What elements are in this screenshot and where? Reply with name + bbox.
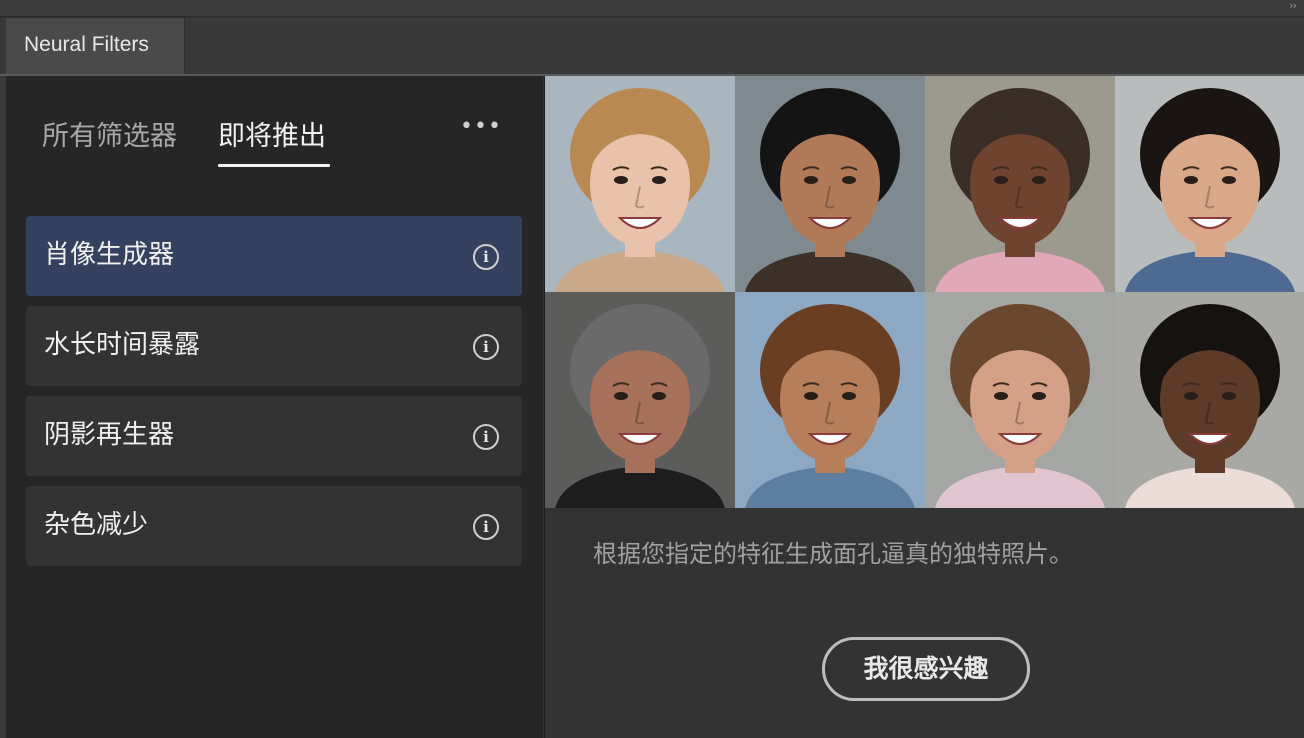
portrait-thumbnail xyxy=(925,76,1115,292)
panel-tab-label: Neural Filters xyxy=(24,33,149,56)
panel-tab-strip: Neural Filters xyxy=(0,18,1304,76)
filter-item-shadow-regenerator[interactable]: 阴影再生器 i xyxy=(26,396,522,476)
filter-item-noise-reduction[interactable]: 杂色减少 i xyxy=(26,486,522,566)
filter-item-portrait-generator[interactable]: 肖像生成器 i xyxy=(26,216,522,296)
filter-preview-pane: 根据您指定的特征生成面孔逼真的独特照片。 我很感兴趣 xyxy=(544,76,1304,738)
info-icon[interactable]: i xyxy=(473,514,499,540)
filter-item-long-exposure[interactable]: 水长时间暴露 i xyxy=(26,306,522,386)
filter-item-label: 阴影再生器 xyxy=(44,420,175,450)
filter-item-label: 杂色减少 xyxy=(44,510,149,540)
info-icon[interactable]: i xyxy=(473,334,499,360)
interested-button[interactable]: 我很感兴趣 xyxy=(822,637,1030,701)
tab-coming-soon[interactable]: 即将推出 xyxy=(218,120,326,154)
portrait-thumbnail xyxy=(1115,76,1304,292)
portrait-thumbnail xyxy=(1115,292,1304,508)
info-icon[interactable]: i xyxy=(473,424,499,450)
tab-neural-filters[interactable]: Neural Filters xyxy=(6,18,185,74)
info-icon[interactable]: i xyxy=(473,244,499,270)
portrait-preview-grid xyxy=(545,76,1304,508)
tab-all-filters[interactable]: 所有筛选器 xyxy=(42,120,177,154)
portrait-thumbnail xyxy=(925,292,1115,508)
filter-list-pane: 所有筛选器 即将推出 ••• 肖像生成器 i 水长时间暴露 i 阴影再生器 i … xyxy=(6,76,543,738)
more-options-icon[interactable]: ••• xyxy=(460,114,502,139)
filter-item-label: 水长时间暴露 xyxy=(44,330,201,360)
portrait-thumbnail xyxy=(735,292,925,508)
filter-item-label: 肖像生成器 xyxy=(44,240,175,270)
double-chevron-right-icon[interactable]: ›› xyxy=(1289,0,1297,12)
window-top-bar: ›› xyxy=(0,0,1304,17)
portrait-thumbnail xyxy=(545,76,735,292)
active-tab-indicator xyxy=(218,164,330,167)
filter-description: 根据您指定的特征生成面孔逼真的独特照片。 xyxy=(593,540,1073,568)
portrait-thumbnail xyxy=(545,292,735,508)
portrait-thumbnail xyxy=(735,76,925,292)
